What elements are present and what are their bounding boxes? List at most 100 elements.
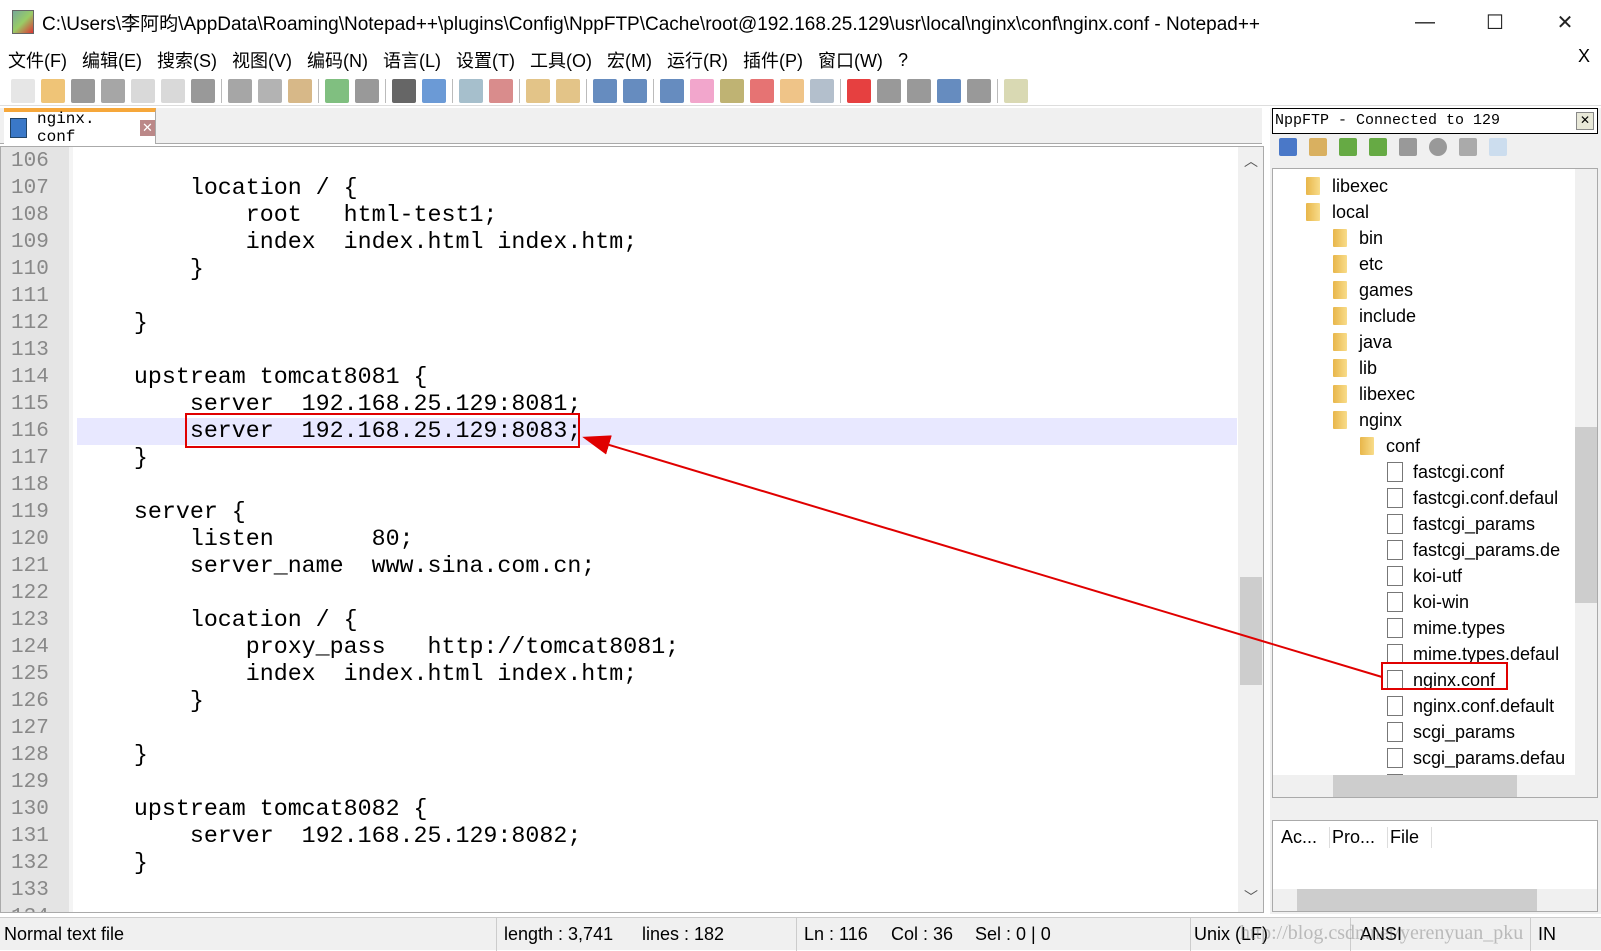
maximize-button[interactable]: ☐ bbox=[1460, 0, 1530, 44]
menu-item[interactable]: 搜索(S) bbox=[149, 47, 224, 73]
code-line[interactable]: upstream tomcat8081 { bbox=[78, 364, 428, 391]
code-line[interactable]: } bbox=[78, 742, 148, 769]
nppftp-icon[interactable] bbox=[1004, 78, 1028, 103]
tree-folder[interactable]: games bbox=[1333, 277, 1413, 303]
tree-hscroll-thumb[interactable] bbox=[1333, 775, 1517, 797]
indent-guide-icon[interactable] bbox=[660, 78, 684, 103]
code-line[interactable]: listen 80; bbox=[78, 526, 414, 553]
tree-vertical-scrollbar[interactable] bbox=[1575, 169, 1597, 775]
tree-file[interactable]: nginx.conf bbox=[1387, 667, 1495, 693]
menu-item[interactable]: 插件(P) bbox=[735, 47, 810, 73]
code-editor[interactable]: 106 107 108 109 110 111 112 113 114 115 116 117 118 1… bbox=[0, 146, 1264, 913]
abort-icon[interactable] bbox=[1429, 138, 1447, 156]
monitoring-icon[interactable] bbox=[810, 78, 834, 103]
play-macro-icon[interactable] bbox=[907, 78, 931, 103]
find-icon[interactable] bbox=[392, 78, 416, 103]
queue-column-header[interactable]: Ac... bbox=[1279, 827, 1331, 848]
undo-icon[interactable] bbox=[325, 78, 349, 103]
queue-horizontal-scrollbar[interactable] bbox=[1273, 889, 1597, 911]
tree-folder[interactable]: libexec bbox=[1333, 381, 1415, 407]
code-line[interactable]: server 192.168.25.129:8082; bbox=[78, 823, 581, 850]
menu-item[interactable]: 视图(V) bbox=[224, 47, 299, 73]
close-button[interactable]: ✕ bbox=[1530, 0, 1600, 44]
scrollbar-thumb[interactable] bbox=[1240, 577, 1262, 685]
tree-folder[interactable]: include bbox=[1333, 303, 1416, 329]
scroll-down-icon[interactable]: ﹀ bbox=[1244, 887, 1258, 907]
editor-vertical-scrollbar[interactable]: ︿ ﹀ bbox=[1238, 147, 1263, 912]
code-line[interactable]: upstream tomcat8082 { bbox=[78, 796, 428, 823]
zoom-out-icon[interactable] bbox=[489, 78, 513, 103]
tree-file[interactable]: nginx.conf.default bbox=[1387, 693, 1554, 719]
menu-item[interactable]: 运行(R) bbox=[659, 47, 735, 73]
code-line[interactable]: } bbox=[78, 256, 204, 283]
code-line[interactable]: location / { bbox=[78, 607, 358, 634]
tree-file[interactable]: fastcgi.conf bbox=[1387, 459, 1504, 485]
tree-folder[interactable]: etc bbox=[1333, 251, 1383, 277]
stop-macro-icon[interactable] bbox=[877, 78, 901, 103]
tree-folder[interactable]: nginx bbox=[1333, 407, 1402, 433]
paste-icon[interactable] bbox=[288, 78, 312, 103]
menu-item[interactable]: 工具(O) bbox=[522, 47, 599, 73]
settings-icon[interactable] bbox=[1459, 138, 1477, 156]
scroll-up-icon[interactable]: ︿ bbox=[1244, 151, 1258, 171]
open-file-icon[interactable] bbox=[41, 78, 65, 103]
folder-workspace-icon[interactable] bbox=[780, 78, 804, 103]
save-icon[interactable] bbox=[71, 78, 95, 103]
redo-icon[interactable] bbox=[355, 78, 379, 103]
code-line[interactable]: server 192.168.25.129:8083; bbox=[78, 418, 581, 445]
tree-file[interactable]: fastcgi_params.de bbox=[1387, 537, 1560, 563]
code-line[interactable]: } bbox=[78, 310, 148, 337]
tree-scrollbar-thumb[interactable] bbox=[1575, 427, 1597, 603]
tree-file[interactable]: scgi_params.defau bbox=[1387, 745, 1565, 771]
code-line[interactable]: root html-test1; bbox=[78, 202, 498, 229]
tree-folder[interactable]: java bbox=[1333, 329, 1392, 355]
code-line[interactable]: server_name www.sina.com.cn; bbox=[78, 553, 595, 580]
menu-item[interactable]: 文件(F) bbox=[0, 47, 74, 73]
menu-item[interactable]: 编辑(E) bbox=[74, 47, 149, 73]
tree-file[interactable]: fastcgi_params bbox=[1387, 511, 1535, 537]
udl-icon[interactable] bbox=[690, 78, 714, 103]
code-line[interactable]: location / { bbox=[78, 175, 358, 202]
close-document-button[interactable]: X bbox=[1578, 46, 1590, 67]
tree-file[interactable]: fastcgi.conf.defaul bbox=[1387, 485, 1558, 511]
run-macro-multiple-icon[interactable] bbox=[937, 78, 961, 103]
tab-nginx-conf[interactable]: nginx. conf ✕ bbox=[4, 108, 156, 146]
code-line[interactable]: proxy_pass http://tomcat8081; bbox=[78, 634, 679, 661]
tree-folder[interactable]: local bbox=[1306, 199, 1369, 225]
code-line[interactable]: index index.html index.htm; bbox=[78, 229, 637, 256]
queue-column-header[interactable]: File bbox=[1388, 827, 1433, 848]
message-window-icon[interactable] bbox=[1489, 138, 1507, 156]
sync-horizontal-icon[interactable] bbox=[556, 78, 580, 103]
connect-icon[interactable] bbox=[1279, 138, 1297, 156]
tab-close-icon[interactable]: ✕ bbox=[140, 120, 155, 136]
code-line[interactable]: } bbox=[78, 850, 148, 877]
save-macro-icon[interactable] bbox=[967, 78, 991, 103]
code-line[interactable]: } bbox=[78, 445, 148, 472]
cut-icon[interactable] bbox=[228, 78, 252, 103]
print-icon[interactable] bbox=[191, 78, 215, 103]
tree-file[interactable]: mime.types.defaul bbox=[1387, 641, 1559, 667]
code-line[interactable]: } bbox=[78, 688, 204, 715]
tree-file[interactable]: scgi_params bbox=[1387, 719, 1515, 745]
code-line[interactable]: server 192.168.25.129:8081; bbox=[78, 391, 581, 418]
sync-vertical-icon[interactable] bbox=[526, 78, 550, 103]
tree-folder[interactable]: bin bbox=[1333, 225, 1383, 251]
close-icon[interactable] bbox=[131, 78, 155, 103]
menu-item[interactable]: 窗口(W) bbox=[810, 47, 890, 73]
tree-folder[interactable]: conf bbox=[1360, 433, 1420, 459]
zoom-in-icon[interactable] bbox=[459, 78, 483, 103]
refresh-icon[interactable] bbox=[1399, 138, 1417, 156]
copy-icon[interactable] bbox=[258, 78, 282, 103]
tree-folder[interactable]: libexec bbox=[1306, 173, 1388, 199]
panel-close-icon[interactable]: ✕ bbox=[1576, 112, 1594, 130]
show-all-chars-icon[interactable] bbox=[623, 78, 647, 103]
open-directory-icon[interactable] bbox=[1309, 138, 1327, 156]
tree-folder[interactable]: lib bbox=[1333, 355, 1377, 381]
menu-item[interactable]: 宏(M) bbox=[599, 47, 659, 73]
replace-icon[interactable] bbox=[422, 78, 446, 103]
menu-item[interactable]: 编码(N) bbox=[299, 47, 375, 73]
save-all-icon[interactable] bbox=[101, 78, 125, 103]
download-icon[interactable] bbox=[1339, 138, 1357, 156]
code-line[interactable]: index index.html index.htm; bbox=[78, 661, 637, 688]
close-all-icon[interactable] bbox=[161, 78, 185, 103]
